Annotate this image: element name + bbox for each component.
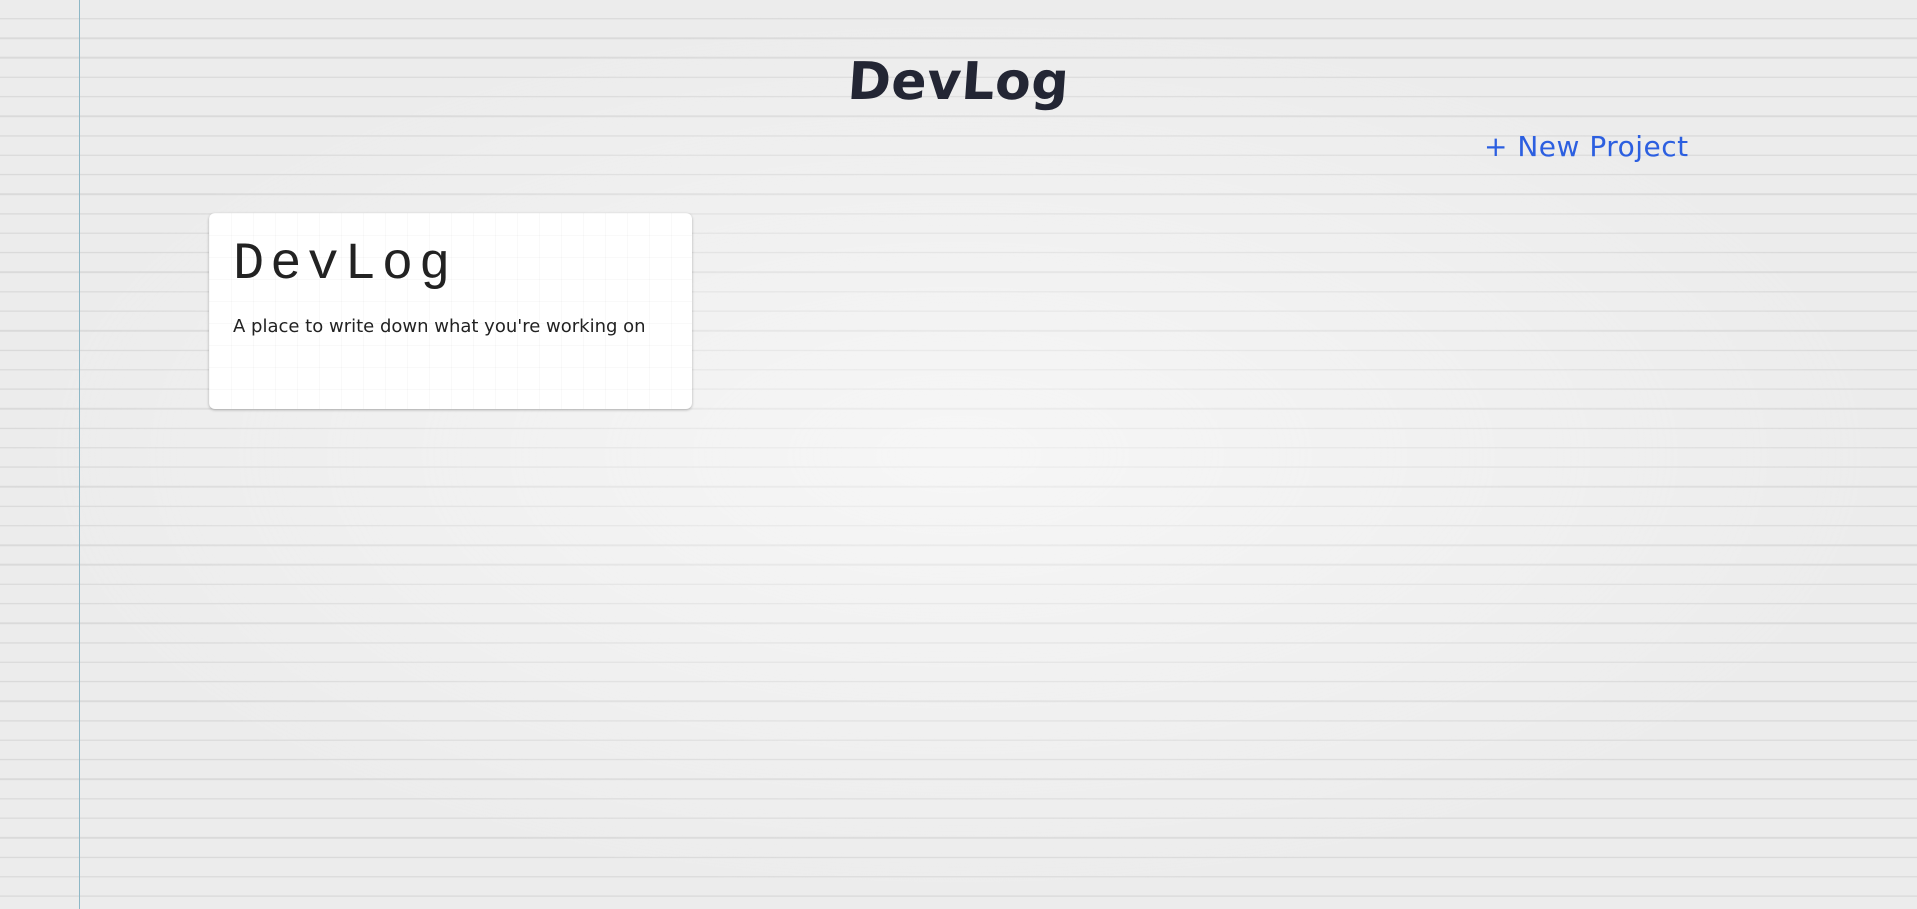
notebook-margin-line [79,0,80,909]
new-project-link[interactable]: + New Project [1484,130,1689,163]
site-title: DevLog [845,52,1072,112]
project-card-title: DevLog [233,235,457,294]
project-card[interactable]: DevLog A place to write down what you're… [209,213,692,409]
project-card-description: A place to write down what you're workin… [233,316,646,337]
